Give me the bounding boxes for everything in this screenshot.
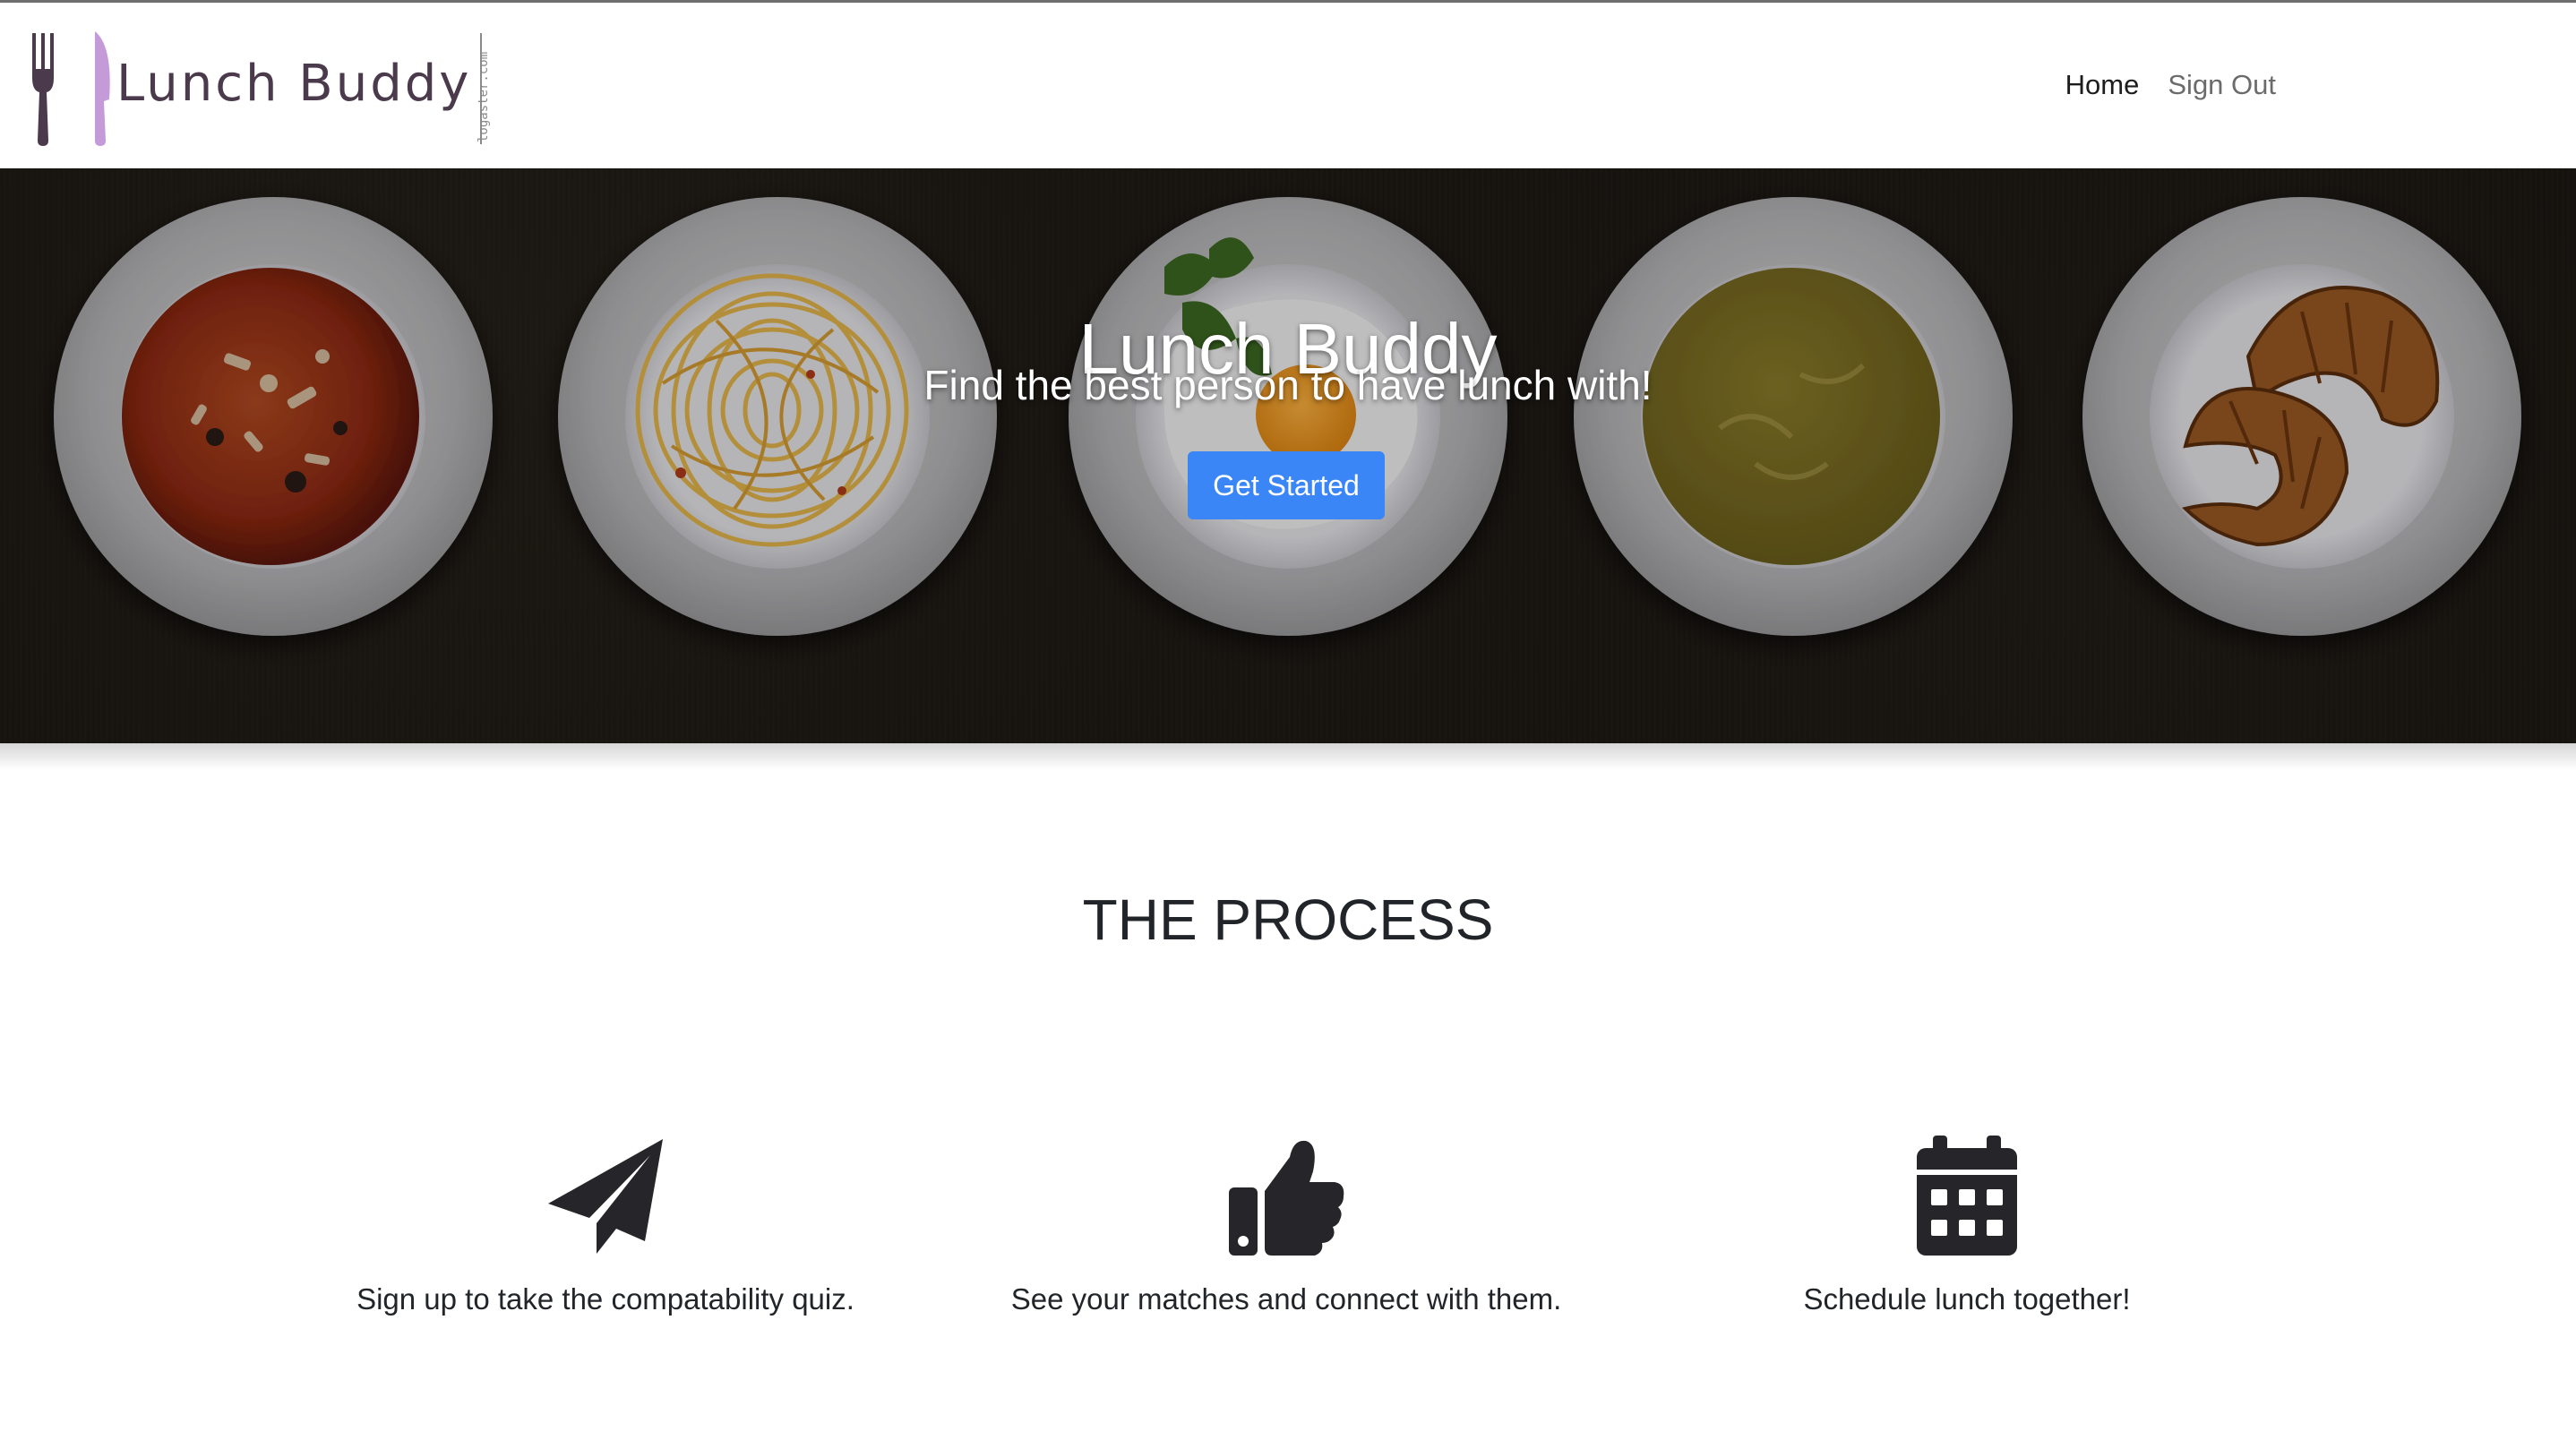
top-navbar: Lunch Buddy logaster.com Home Sign Out: [0, 0, 2576, 168]
brand-logo[interactable]: Lunch Buddy logaster.com: [27, 28, 511, 148]
brand-watermark: logaster.com: [477, 51, 491, 142]
calendar-icon: [1917, 1136, 2017, 1256]
process-step-signup: Sign up to take the compatability quiz.: [265, 1136, 946, 1316]
hero-bottom-shadow: [0, 743, 2576, 770]
paper-plane-icon: [548, 1139, 663, 1254]
process-title: THE PROCESS: [1082, 887, 1494, 952]
process-step-matches: See your matches and connect with them.: [946, 1136, 1627, 1316]
brand-name: Lunch Buddy: [116, 55, 472, 113]
main-nav: Home Sign Out: [2065, 69, 2276, 101]
process-step-text: Schedule lunch together!: [1803, 1282, 2131, 1316]
process-step-text: See your matches and connect with them.: [1010, 1282, 1562, 1316]
get-started-button[interactable]: Get Started: [1188, 451, 1385, 519]
hero-subtitle: Find the best person to have lunch with!: [923, 362, 1653, 408]
process-step-text: Sign up to take the compatability quiz.: [356, 1282, 854, 1316]
process-step-schedule: Schedule lunch together!: [1627, 1136, 2307, 1316]
nav-sign-out-link[interactable]: Sign Out: [2168, 69, 2276, 101]
hero-banner: Lunch Buddy Find the best person to have…: [0, 168, 2576, 743]
nav-home-link[interactable]: Home: [2065, 69, 2140, 101]
fork-knife-icon: [32, 31, 110, 146]
thumbs-up-icon: [1229, 1140, 1344, 1256]
